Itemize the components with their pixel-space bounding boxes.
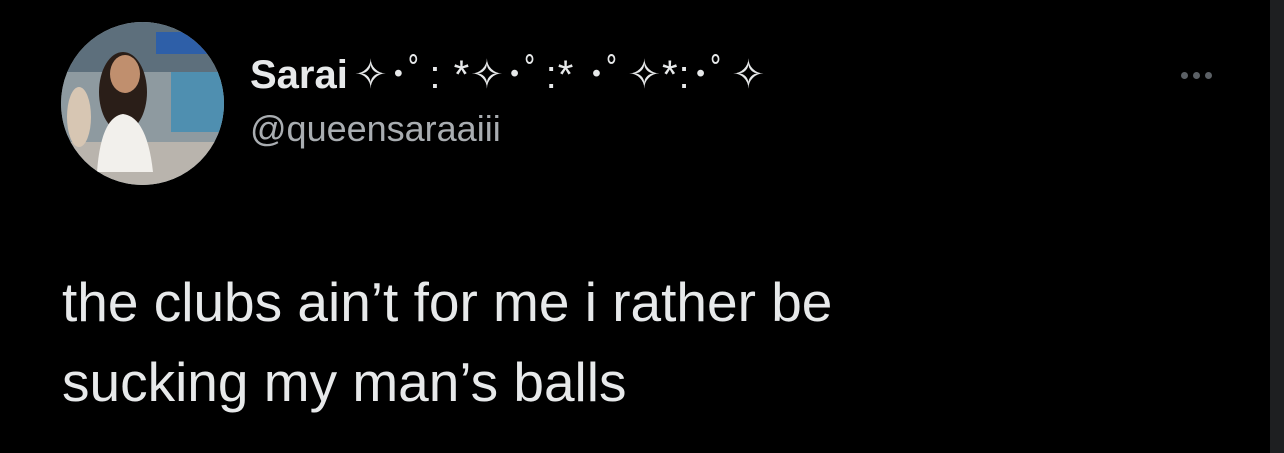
- tweet-header: Sarai ✧･ﾟ: *✧･ﾟ:* ･ﾟ✧*:･ﾟ✧ @queensaraaiii: [250, 52, 766, 150]
- display-name[interactable]: Sarai ✧･ﾟ: *✧･ﾟ:* ･ﾟ✧*:･ﾟ✧: [250, 52, 766, 98]
- avatar[interactable]: [61, 22, 224, 185]
- user-handle[interactable]: @queensaraaiii: [250, 108, 766, 150]
- more-horizontal-icon: [1180, 71, 1212, 79]
- display-name-text: Sarai: [250, 53, 348, 97]
- more-options-button[interactable]: [1170, 60, 1222, 90]
- tweet-text: the clubs ain’t for me i rather be sucki…: [62, 271, 833, 413]
- display-name-decoration: ✧･ﾟ: *✧･ﾟ:* ･ﾟ✧*:･ﾟ✧: [353, 53, 767, 97]
- tweet-card: Sarai ✧･ﾟ: *✧･ﾟ:* ･ﾟ✧*:･ﾟ✧ @queensaraaiii…: [0, 0, 1284, 453]
- scrollbar-track: [1270, 0, 1284, 453]
